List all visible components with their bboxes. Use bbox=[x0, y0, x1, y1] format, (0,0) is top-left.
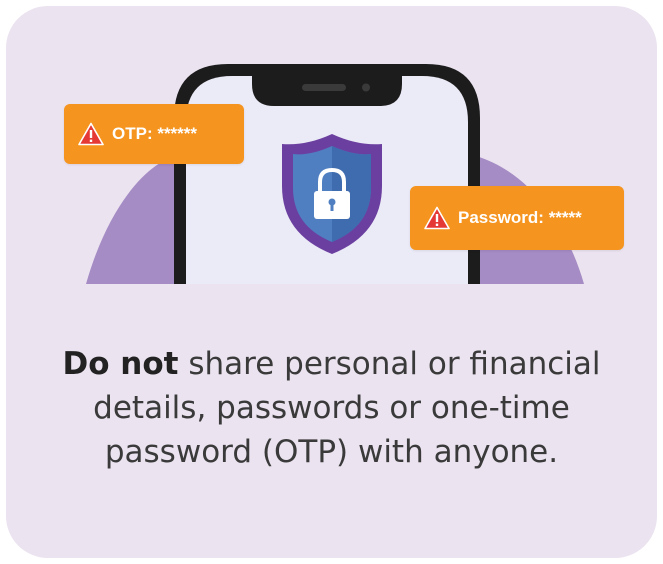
info-card: OTP: ****** Password: ***** Do not share… bbox=[6, 6, 657, 558]
warning-message: Do not share personal or financial detai… bbox=[6, 342, 657, 474]
warning-triangle-icon bbox=[78, 122, 104, 146]
warning-triangle-icon bbox=[424, 206, 450, 230]
password-badge: Password: ***** bbox=[410, 186, 624, 250]
phone-speaker bbox=[302, 84, 346, 91]
message-line-1: Do not share personal or financial bbox=[6, 342, 657, 386]
phone-camera bbox=[362, 83, 370, 92]
message-line-1-rest: share personal or financial bbox=[178, 346, 601, 382]
otp-badge-label: OTP: ****** bbox=[112, 124, 198, 143]
message-line-2: details, passwords or one-time bbox=[93, 390, 570, 426]
otp-badge: OTP: ****** bbox=[64, 104, 244, 164]
password-badge-label: Password: ***** bbox=[458, 208, 582, 227]
message-line-3: password (OTP) with anyone. bbox=[104, 434, 559, 470]
message-emphasis: Do not bbox=[62, 346, 179, 382]
